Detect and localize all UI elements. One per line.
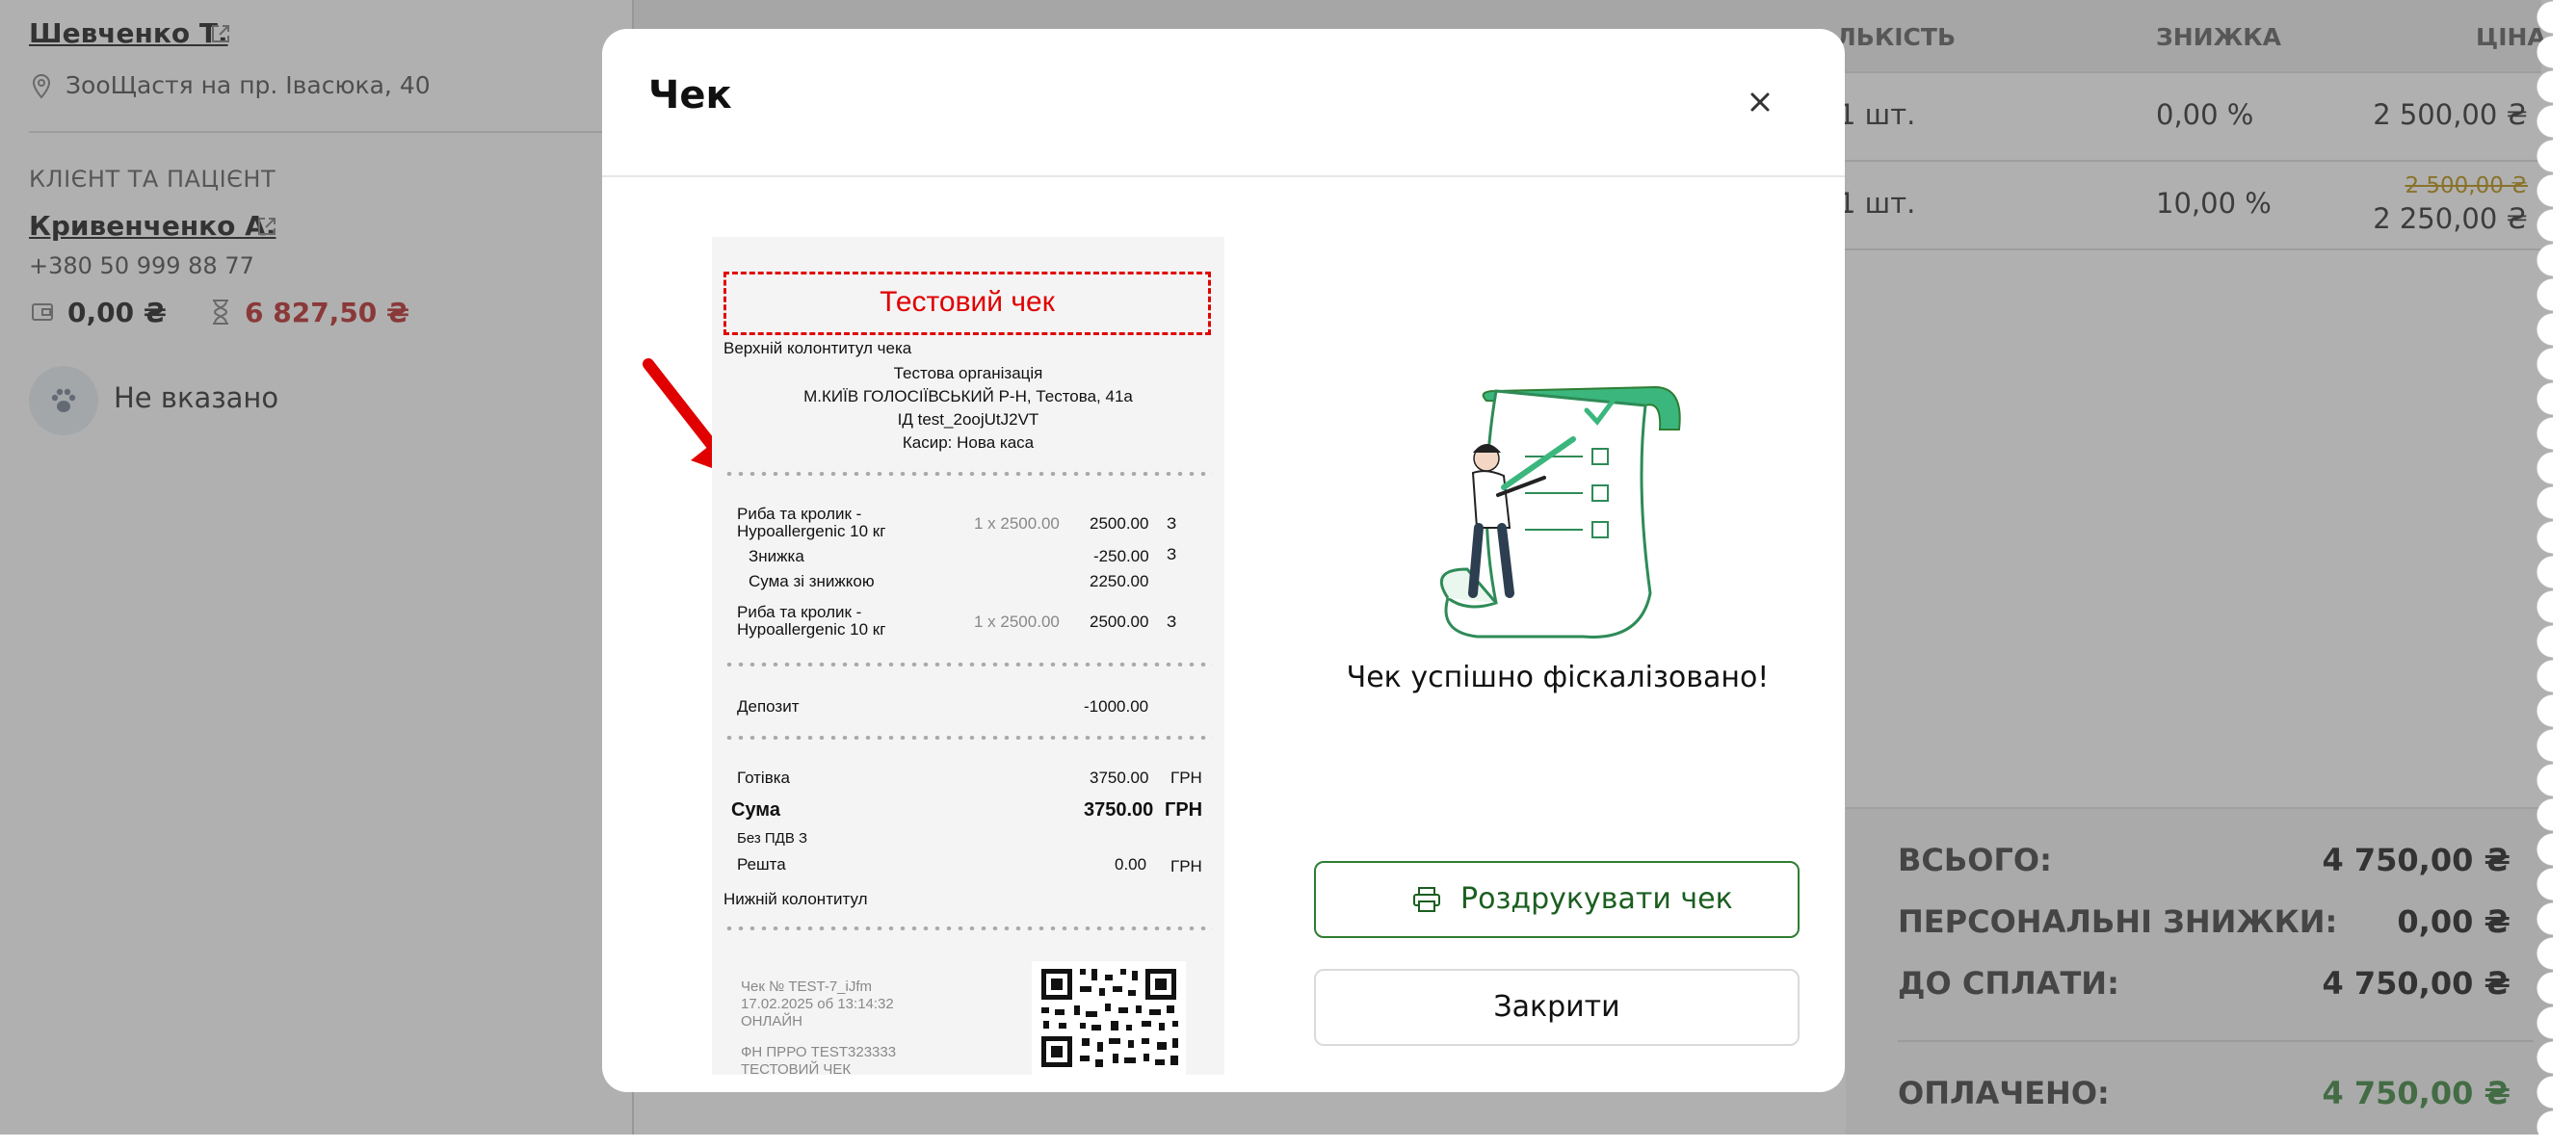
cash-currency: ГРН [1170,769,1202,787]
test-receipt-banner: Тестовий чек [723,272,1211,335]
receipt-separator [723,736,1213,740]
receipt-address: М.КИЇВ ГОЛОСІЇВСЬКИЙ Р-Н, Тестова, 41а [803,387,1133,405]
vat-note: Без ПДВ З [737,830,808,847]
receipt-header: Верхній колонтитул чека [723,339,912,357]
close-icon[interactable] [1745,87,1775,117]
success-message: Чек успішно фіскалізовано! [1346,661,1770,694]
deposit-value: -1000.00 [1084,697,1149,716]
change-currency: ГРН [1170,857,1202,875]
item1-name: Риба та кролик - [737,505,862,523]
receipt-separator [723,472,1213,476]
item2-name-2: Hypoallergenic 10 кг [737,620,886,639]
test-receipt-label: Тестовий чек [880,286,1055,318]
receipt-org: Тестова організація [893,364,1043,382]
print-receipt-label: Роздрукувати чек [1460,882,1733,916]
print-receipt-button[interactable]: Роздрукувати чек [1314,861,1800,938]
item1-qty: 1 x 2500.00 [974,514,1060,533]
item1-name-2: Hypoallergenic 10 кг [737,522,886,540]
item1-tax: З [1167,514,1177,533]
discount-label: Знижка [749,547,804,565]
qr-code [1032,961,1186,1075]
receipt-id: ІД test_2oojUtJ2VT [897,410,1039,429]
change-label: Решта [737,855,786,874]
item2-qty: 1 x 2500.00 [974,613,1060,631]
printer-icon [1413,887,1440,912]
modal-divider [602,175,1845,177]
item1-sum: 2500.00 [1090,514,1149,533]
close-button-label: Закрити [1493,990,1620,1024]
cash-value: 3750.00 [1090,769,1149,787]
receipt-separator [723,663,1213,666]
discount-tax: З [1167,545,1177,563]
modal-title: Чек [648,73,732,117]
close-button[interactable]: Закрити [1314,969,1800,1046]
check-test-label: ТЕСТОВИЙ ЧЕК [741,1061,852,1075]
cash-label: Готівка [737,769,791,787]
check-datetime: 17.02.2025 об 13:14:32 [741,996,894,1012]
sum-currency: ГРН [1165,799,1203,821]
discount-value: -250.00 [1093,547,1149,565]
check-fn: ФН ПРРО TEST323333 [741,1044,897,1060]
check-mode: ОНЛАЙН [741,1013,802,1030]
item2-sum: 2500.00 [1090,613,1149,631]
page: Шевченко Т. ЗооЩастя на пр. Івасюка, 40 … [0,0,2553,1135]
receipt-preview: Тестовий чек Верхній колонтитул чека Тес… [712,237,1224,1075]
check-number: Чек № TEST-7_iJfm [741,978,873,995]
receipt-modal: Чек Тестовий чек Верхній колонтитул чека… [602,29,1845,1092]
item2-name: Риба та кролик - [737,603,862,621]
after-discount-value: 2250.00 [1090,572,1149,590]
receipt-cashier: Касир: Нова каса [902,433,1035,452]
fiscal-success-illustration [1439,385,1681,639]
item2-tax: З [1167,613,1177,631]
receipt-separator [723,926,1213,930]
sum-value: 3750.00 [1084,799,1154,821]
change-value: 0.00 [1115,855,1147,874]
receipt-footer: Нижній колонтитул [723,890,868,908]
deposit-label: Депозит [737,697,800,716]
after-discount-label: Сума зі знижкою [749,572,875,590]
sum-label: Сума [731,799,780,821]
